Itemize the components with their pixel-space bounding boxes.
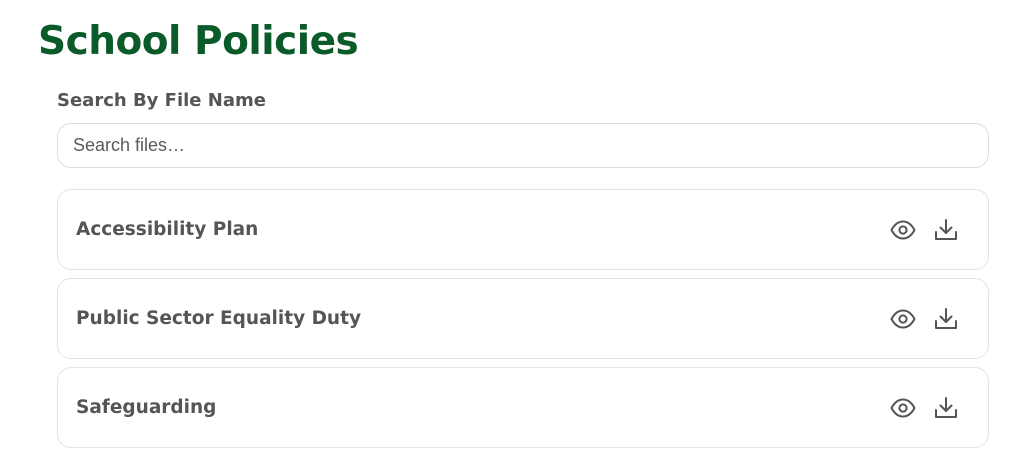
page-title: School Policies <box>38 19 359 64</box>
file-item-public-sector-equality-duty: Public Sector Equality Duty <box>57 278 989 359</box>
eye-icon[interactable] <box>889 305 917 333</box>
search-input[interactable] <box>57 123 989 168</box>
file-list: Accessibility Plan Public Sector Equalit… <box>57 189 989 456</box>
file-name: Accessibility Plan <box>76 219 259 240</box>
file-item-accessibility-plan: Accessibility Plan <box>57 189 989 270</box>
file-name: Safeguarding <box>76 397 217 418</box>
file-item-safeguarding: Safeguarding <box>57 367 989 448</box>
search-label: Search By File Name <box>57 90 266 111</box>
eye-icon[interactable] <box>889 394 917 422</box>
download-icon[interactable] <box>932 305 960 333</box>
file-name: Public Sector Equality Duty <box>76 308 362 329</box>
download-icon[interactable] <box>932 216 960 244</box>
eye-icon[interactable] <box>889 216 917 244</box>
download-icon[interactable] <box>932 394 960 422</box>
